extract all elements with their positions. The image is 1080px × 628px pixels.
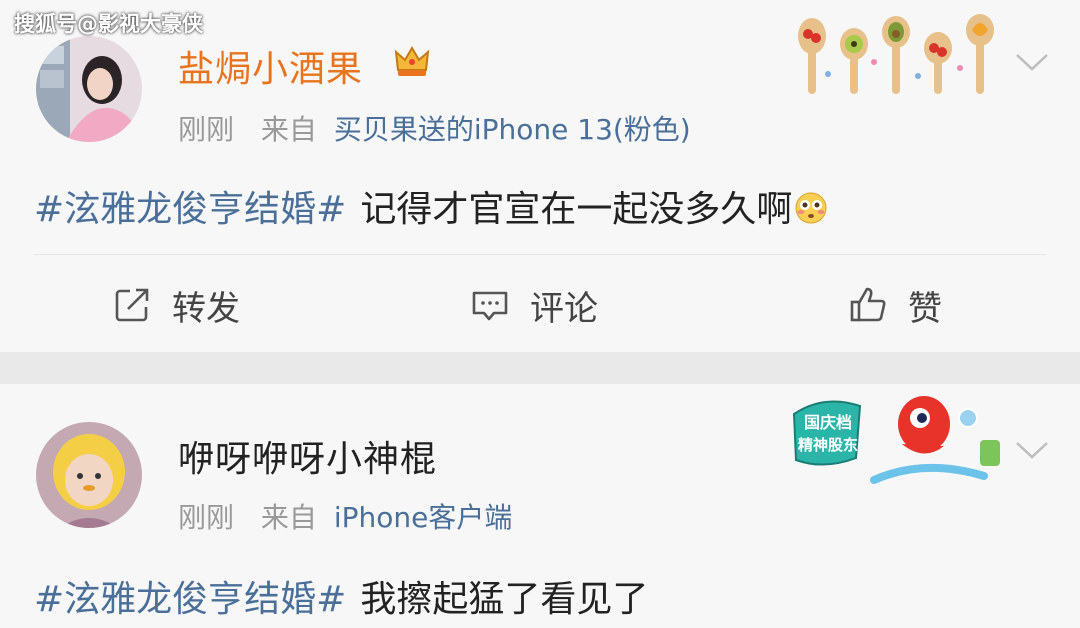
- weibo-post-2: 咿呀咿呀小神棍 刚刚 来自 iPhone客户端 国庆档 精神股东 #泫雅龙俊亨结…: [0, 384, 1080, 628]
- post-text: 我擦起猛了看见了: [360, 579, 649, 620]
- post-separator: [0, 352, 1080, 384]
- avatar[interactable]: [36, 422, 142, 528]
- like-label: 赞: [908, 288, 942, 329]
- post-meta: 刚刚 来自 买贝果送的iPhone 13(粉色): [178, 108, 691, 148]
- from-label: 来自: [260, 501, 317, 534]
- flushed-face-emoji-icon: [795, 192, 827, 224]
- username[interactable]: 盐焗小酒果: [178, 40, 363, 92]
- post-time: 刚刚: [178, 113, 235, 146]
- divider: [34, 254, 1046, 255]
- post-text: 记得才官宣在一起没多久啊: [360, 189, 793, 230]
- fruit-spoons-decoration: [798, 14, 994, 94]
- repost-icon: [115, 288, 149, 322]
- hashtag-link[interactable]: #泫雅龙俊亨结婚#: [34, 189, 346, 230]
- comment-label: 评论: [530, 288, 598, 329]
- repost-label: 转发: [172, 288, 240, 329]
- post-content: #泫雅龙俊亨结婚# 记得才官宣在一起没多久啊: [34, 180, 828, 232]
- badge-line-2: 精神股东: [798, 436, 858, 454]
- device-source-link[interactable]: 买贝果送的iPhone 13(粉色): [334, 113, 691, 146]
- badge-line-1: 国庆档: [804, 413, 852, 432]
- vip-crown-icon: [394, 46, 430, 76]
- from-label: 来自: [260, 113, 317, 146]
- chevron-down-icon[interactable]: [1014, 50, 1050, 74]
- post-time: 刚刚: [178, 501, 235, 534]
- device-source-link[interactable]: iPhone客户端: [334, 501, 513, 534]
- chevron-down-icon[interactable]: [1014, 438, 1050, 462]
- hashtag-link[interactable]: #泫雅龙俊亨结婚#: [34, 579, 346, 620]
- comment-button[interactable]: 评论: [470, 280, 598, 330]
- username[interactable]: 咿呀咿呀小神棍: [178, 430, 437, 482]
- repost-button[interactable]: 转发: [112, 280, 240, 330]
- comment-icon: [472, 291, 508, 321]
- post-content: #泫雅龙俊亨结婚# 我擦起猛了看见了: [34, 570, 648, 622]
- national-day-shareholder-badge: 国庆档 精神股东: [792, 396, 1000, 484]
- post-actions: 转发 评论 赞: [0, 272, 1080, 338]
- watermark: 搜狐号@影视大豪侠: [14, 12, 203, 36]
- thumbs-up-icon: [850, 287, 886, 322]
- weibo-post-1: 盐焗小酒果 刚刚 来自 买贝果送的iPhone 13(粉色) #泫雅龙俊亨结婚#…: [0, 0, 1080, 352]
- like-button[interactable]: 赞: [848, 280, 942, 330]
- avatar[interactable]: [36, 36, 142, 142]
- post-meta: 刚刚 来自 iPhone客户端: [178, 496, 512, 536]
